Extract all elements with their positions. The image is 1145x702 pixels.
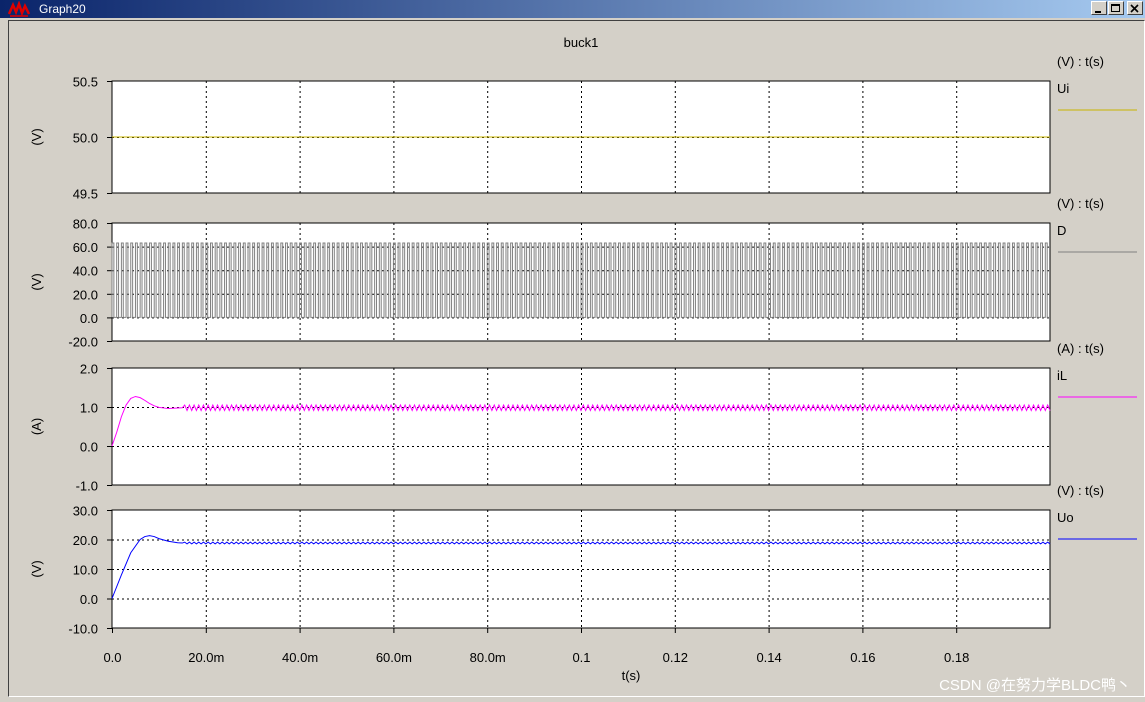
x-tick-label: 60.0m: [376, 650, 412, 665]
x-axis-label: t(s): [622, 668, 641, 683]
x-tick-label: 0.0: [103, 650, 121, 665]
y-axis-label: (V): [29, 273, 44, 290]
x-tick-label: 80.0m: [470, 650, 506, 665]
legend-units: (A) : t(s): [1057, 341, 1104, 356]
y-tick-label: 10.0: [73, 563, 98, 578]
y-tick-label: 50.0: [73, 131, 98, 146]
legend-series-name: iL: [1057, 368, 1067, 383]
x-tick-label: 0.18: [944, 650, 969, 665]
y-tick-label: 20.0: [73, 287, 98, 302]
y-axis-label: (A): [29, 418, 44, 435]
x-tick-label: 0.1: [572, 650, 590, 665]
legend-series-name: Uo: [1057, 510, 1074, 525]
series-line-D: [111, 242, 1050, 318]
y-tick-label: 0.0: [80, 592, 98, 607]
chart-title: buck1: [564, 35, 599, 50]
legend-series-name: D: [1057, 223, 1066, 238]
x-tick-label: 40.0m: [282, 650, 318, 665]
y-tick-label: -10.0: [68, 622, 98, 637]
y-tick-label: 50.5: [73, 75, 98, 90]
plot-area[interactable]: [111, 367, 1051, 486]
chart-canvas: buck1 49.5 50.0 50.5 (V) (V) : t(s) Ui -20.0 0.0…: [29, 35, 1137, 683]
legend-units: (V) : t(s): [1057, 196, 1104, 211]
x-tick-label: 0.16: [850, 650, 875, 665]
y-tick-label: 30.0: [73, 504, 98, 519]
legend-units: (V) : t(s): [1057, 483, 1104, 498]
y-tick-label: 40.0: [73, 264, 98, 279]
y-tick-label: -20.0: [68, 335, 98, 350]
y-tick-label: 0.0: [80, 311, 98, 326]
y-tick-label: 2.0: [80, 362, 98, 377]
y-tick-label: 1.0: [80, 401, 98, 416]
x-tick-label: 0.14: [756, 650, 781, 665]
watermark-text: CSDN @在努力学BLDC鸭丶: [939, 677, 1131, 694]
x-tick-label: 20.0m: [188, 650, 224, 665]
legend-series-name: Ui: [1057, 81, 1069, 96]
y-axis-label: (V): [29, 128, 44, 145]
y-tick-label: -1.0: [76, 479, 98, 494]
y-tick-label: 60.0: [73, 240, 98, 255]
y-tick-label: 80.0: [73, 217, 98, 232]
x-tick-label: 0.12: [663, 650, 688, 665]
y-axis-label: (V): [29, 560, 44, 577]
y-tick-label: 0.0: [80, 440, 98, 455]
y-tick-label: 49.5: [73, 187, 98, 202]
y-tick-label: 20.0: [73, 533, 98, 548]
legend-units: (V) : t(s): [1057, 54, 1104, 69]
